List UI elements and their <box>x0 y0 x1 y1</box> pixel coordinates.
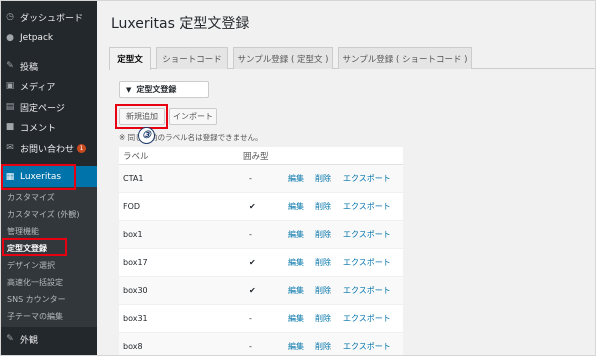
sidebar-item-label: お問い合わせ <box>20 144 75 155</box>
tab-phrases[interactable]: 定型文 <box>109 47 151 70</box>
export-link[interactable]: エクスポート <box>343 165 391 192</box>
delete-link[interactable]: 削除 <box>315 277 331 304</box>
sidebar-item-label: ダッシュボード <box>20 13 84 24</box>
edit-link[interactable]: 編集 <box>288 305 304 332</box>
row-enclosed-value: - <box>249 174 252 183</box>
submenu-item-customize-appearance[interactable]: カスタマイズ (外観) <box>7 206 80 222</box>
import-button[interactable]: インポート <box>169 108 217 125</box>
edit-link[interactable]: 編集 <box>288 249 304 276</box>
column-header-label[interactable]: ラベル <box>123 147 149 164</box>
highlight-box-phrase-registration <box>2 238 67 256</box>
submenu-item-management[interactable]: 管理機能 <box>7 223 39 239</box>
sidebar-item-jetpack[interactable]: ● Jetpack <box>1 28 97 48</box>
table-row: box31 - 編集 削除 エクスポート <box>119 305 403 333</box>
tab-shortcodes[interactable]: ショートコード <box>156 47 228 69</box>
row-enclosed-value: ✔ <box>249 258 256 267</box>
row-enclosed-value: ✔ <box>249 286 256 295</box>
media-icon: ▣ <box>5 81 15 91</box>
window: ◷ ダッシュボード ● Jetpack ✎ 投稿 ▣ メディア ▤ 固定ページ … <box>0 0 596 356</box>
delete-link[interactable]: 削除 <box>315 193 331 220</box>
submenu-item-speedup[interactable]: 高速化一括設定 <box>7 274 63 290</box>
sidebar-item-appearance[interactable]: ✎ 外観 <box>1 329 97 349</box>
dashboard-icon: ◷ <box>6 12 14 22</box>
sidebar-item-label: 投稿 <box>20 62 39 73</box>
table-row: box30 ✔ 編集 削除 エクスポート <box>119 277 403 305</box>
sidebar-item-label: コメント <box>20 123 57 134</box>
sidebar-item-label: 固定ページ <box>20 103 65 114</box>
delete-link[interactable]: 削除 <box>315 221 331 248</box>
export-link[interactable]: エクスポート <box>343 305 391 332</box>
triangle-down-icon: ▼ <box>126 85 132 94</box>
sidebar-item-pages[interactable]: ▤ 固定ページ <box>1 97 97 117</box>
phrase-table: ラベル 囲み型 CTA1- 編集 削除 エクスポート FOD ✔ 編集 削除 エクスポート box… <box>119 147 403 355</box>
admin-sidebar: ◷ ダッシュボード ● Jetpack ✎ 投稿 ▣ メディア ▤ 固定ページ … <box>1 1 97 355</box>
edit-link[interactable]: 編集 <box>288 333 304 355</box>
sidebar-item-label: 外観 <box>20 335 39 346</box>
export-link[interactable]: エクスポート <box>343 221 391 248</box>
row-enclosed-value: ✔ <box>249 202 256 211</box>
callout-marker-3: ③ <box>138 127 155 144</box>
notification-badge: 1 <box>77 143 87 153</box>
panel-toggle-label: 定型文登録 <box>136 85 177 94</box>
edit-link[interactable]: 編集 <box>288 277 304 304</box>
row-label: FOD <box>123 202 141 211</box>
page-icon: ▤ <box>5 102 15 112</box>
mail-icon: ✉ <box>6 143 14 153</box>
edit-link[interactable]: 編集 <box>288 165 304 192</box>
export-link[interactable]: エクスポート <box>343 277 391 304</box>
row-label: box8 <box>123 342 143 351</box>
panel-toggle[interactable]: ▼ 定型文登録 <box>119 81 209 98</box>
table-row: box17 ✔ 編集 削除 エクスポート <box>119 249 403 277</box>
export-link[interactable]: エクスポート <box>343 333 391 355</box>
page-title: Luxeritas 定型文登録 <box>111 16 250 32</box>
tab-sample-shortcodes[interactable]: サンプル登録 ( ショートコード ) <box>338 47 472 69</box>
highlight-box-luxeritas <box>1 164 76 190</box>
row-enclosed-value: - <box>249 342 252 351</box>
export-link[interactable]: エクスポート <box>343 193 391 220</box>
delete-link[interactable]: 削除 <box>315 333 331 355</box>
sidebar-item-dashboard[interactable]: ◷ ダッシュボード <box>1 7 97 27</box>
tab-bar: 定型文 ショートコード サンプル登録 ( 定型文 ) サンプル登録 ( ショート… <box>109 45 595 70</box>
tab-sample-phrases[interactable]: サンプル登録 ( 定型文 ) <box>233 47 333 69</box>
sidebar-item-posts[interactable]: ✎ 投稿 <box>1 56 97 76</box>
row-label: box31 <box>123 314 148 323</box>
row-label: box30 <box>123 286 148 295</box>
jetpack-icon: ● <box>6 33 14 43</box>
sidebar-item-label: メディア <box>20 82 56 93</box>
table-row: FOD ✔ 編集 削除 エクスポート <box>119 193 403 221</box>
sidebar-item-comments[interactable]: ■ コメント <box>1 117 97 137</box>
edit-link[interactable]: 編集 <box>288 221 304 248</box>
pin-icon: ✎ <box>6 61 14 71</box>
row-label: CTA1 <box>123 174 144 183</box>
submenu-item-design[interactable]: デザイン選択 <box>7 257 55 273</box>
submenu-item-sns-counter[interactable]: SNS カウンター <box>7 291 66 307</box>
comment-icon: ■ <box>5 122 15 132</box>
highlight-box-add-new <box>115 104 168 129</box>
submenu-item-customize[interactable]: カスタマイズ <box>7 189 55 205</box>
sidebar-item-label: Jetpack <box>20 33 54 43</box>
sidebar-item-media[interactable]: ▣ メディア <box>1 76 97 96</box>
main-content: Luxeritas 定型文登録 定型文 ショートコード サンプル登録 ( 定型文… <box>97 1 595 355</box>
row-label: box1 <box>123 230 143 239</box>
delete-link[interactable]: 削除 <box>315 249 331 276</box>
delete-link[interactable]: 削除 <box>315 305 331 332</box>
delete-link[interactable]: 削除 <box>315 165 331 192</box>
table-row: CTA1 - 編集 削除 エクスポート <box>119 165 403 193</box>
sidebar-item-contact[interactable]: ✉ お問い合わせ 1 <box>1 138 97 158</box>
row-enclosed-value: - <box>249 230 252 239</box>
edit-link[interactable]: 編集 <box>288 193 304 220</box>
column-header-enclosed: 囲み型 <box>243 151 269 162</box>
row-enclosed-value: - <box>249 314 252 323</box>
row-label: box17 <box>123 258 148 267</box>
table-row: box1 - 編集 削除 エクスポート <box>119 221 403 249</box>
table-row: box8 - 編集 削除 エクスポート <box>119 333 403 355</box>
table-header: ラベル 囲み型 <box>119 147 403 165</box>
export-link[interactable]: エクスポート <box>343 249 391 276</box>
submenu-item-child-theme[interactable]: 子テーマの編集 <box>7 308 63 324</box>
appearance-icon: ✎ <box>6 334 14 344</box>
